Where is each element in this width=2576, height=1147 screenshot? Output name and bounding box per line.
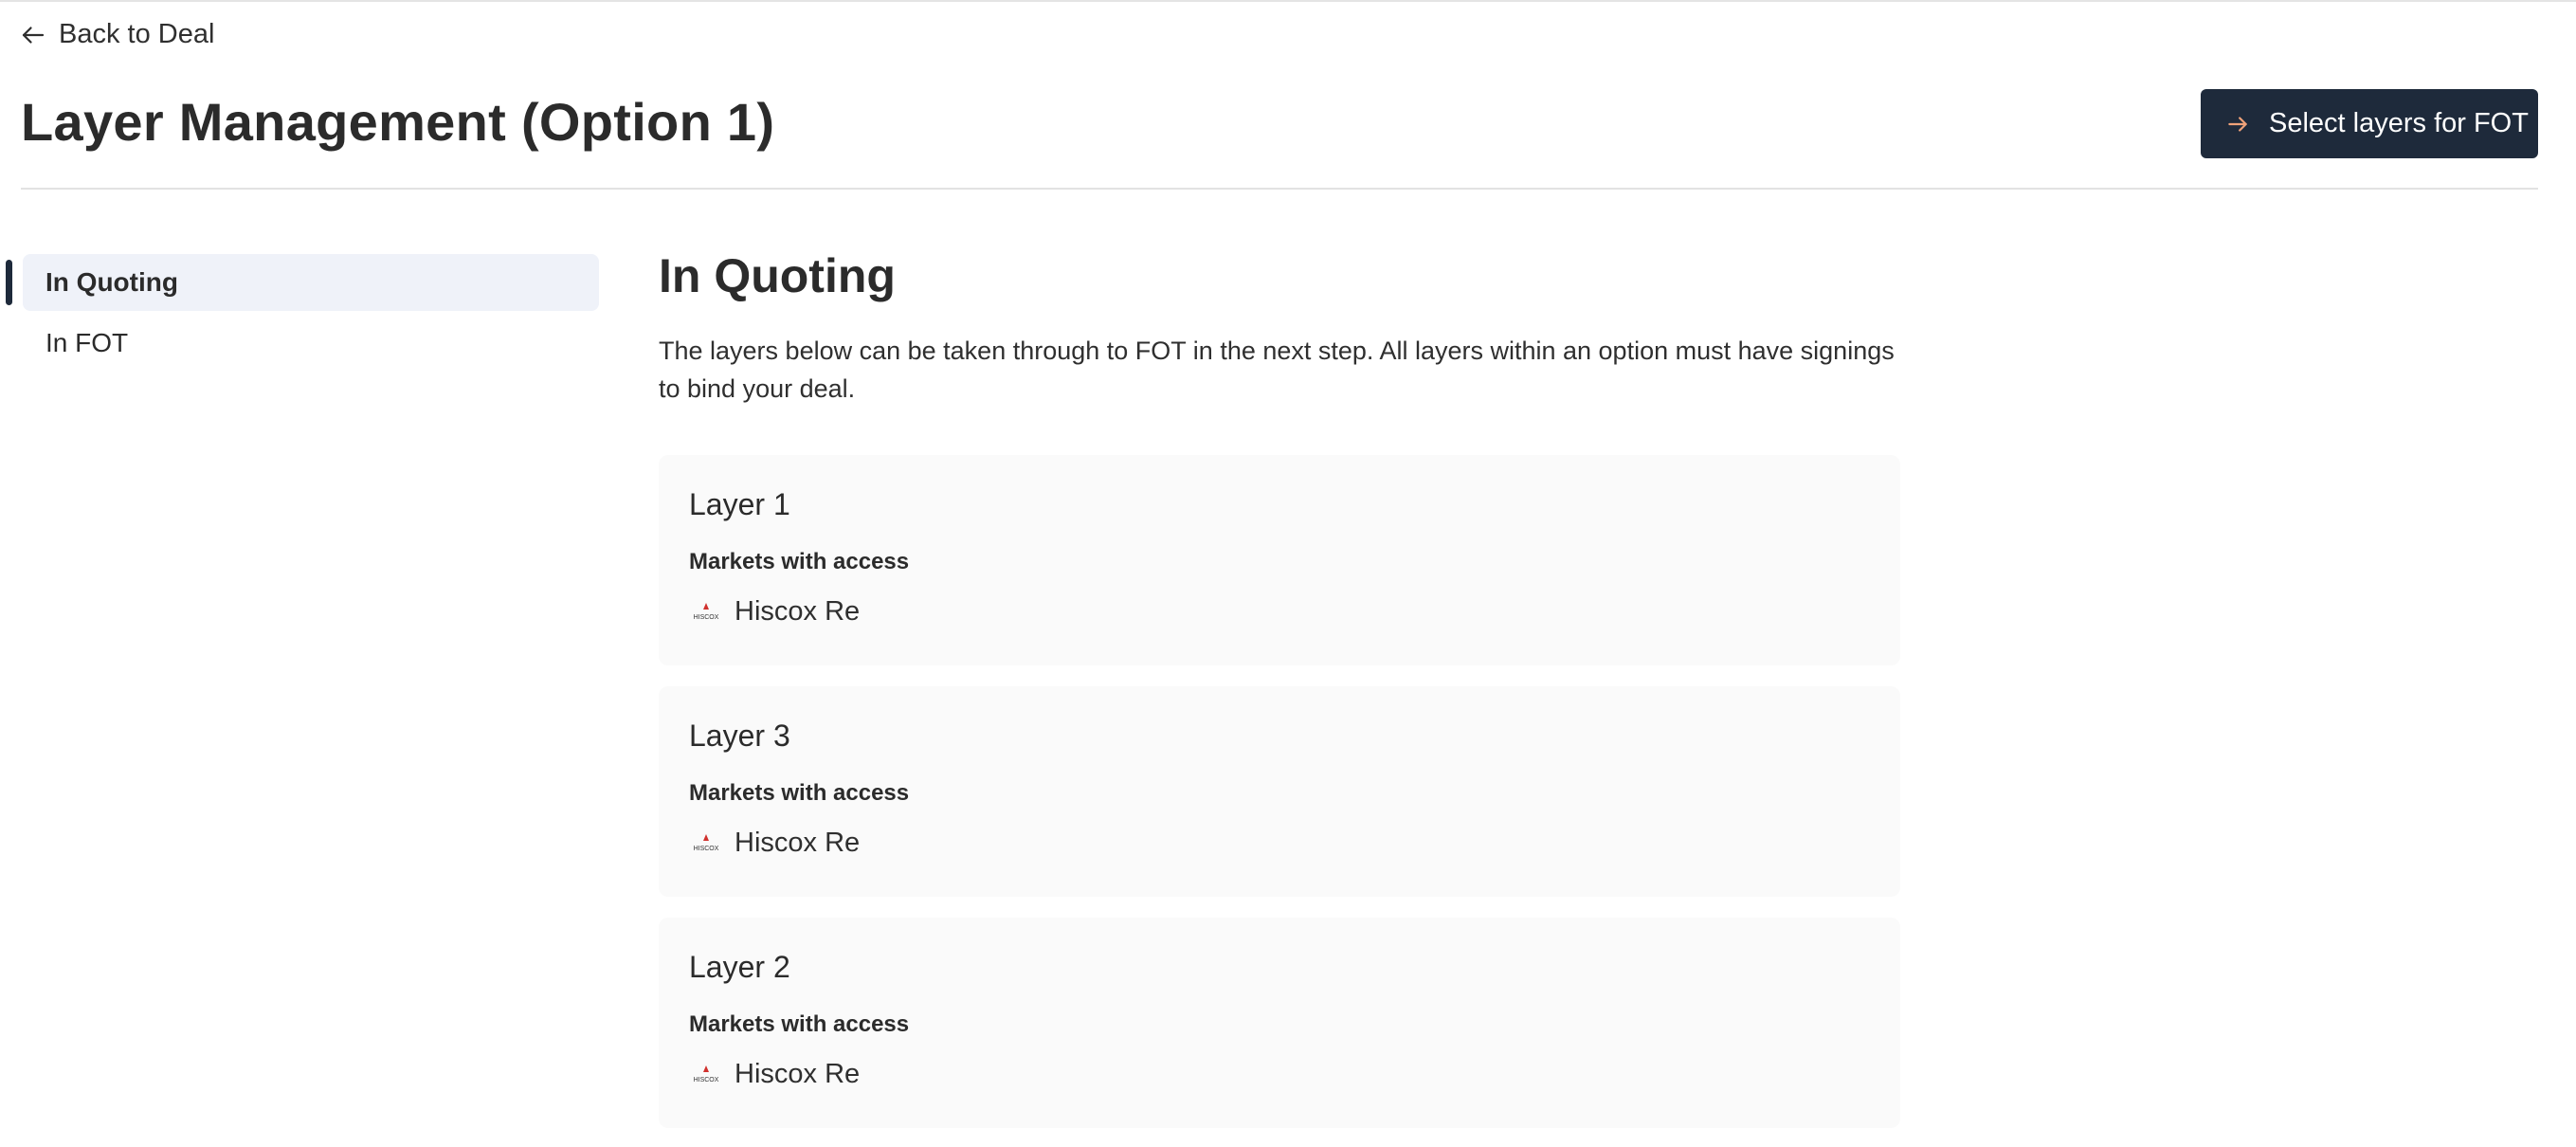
top-border (0, 0, 2576, 2)
layer-card: Layer 3 Markets with access HISCOX Hisco… (659, 686, 1900, 897)
layer-list: Layer 1 Markets with access HISCOX Hisco… (659, 455, 1900, 1128)
arrow-right-icon (2228, 116, 2247, 132)
markets-label: Markets with access (689, 780, 910, 806)
page-title: Layer Management (Option 1) (21, 92, 775, 152)
market-row: HISCOX Hiscox Re (689, 828, 1870, 859)
market-row: HISCOX Hiscox Re (689, 1059, 1870, 1090)
hiscox-logo-icon: HISCOX (694, 833, 719, 852)
back-to-deal-label: Back to Deal (59, 19, 215, 49)
main-content: In Quoting The layers below can be taken… (659, 248, 1900, 1128)
select-layers-for-fot-button[interactable]: Select layers for FOT (2201, 89, 2538, 158)
markets-label: Markets with access (689, 549, 910, 574)
sidebar-nav: In Quoting In FOT (0, 254, 599, 372)
back-to-deal-link[interactable]: Back to Deal (19, 19, 214, 50)
arrow-left-icon (22, 26, 45, 44)
market-row: HISCOX Hiscox Re (689, 596, 1870, 628)
svg-text:HISCOX: HISCOX (694, 846, 719, 852)
header-divider (21, 188, 2538, 190)
layer-name: Layer 3 (689, 719, 790, 753)
sidebar-item-label: In FOT (45, 328, 129, 357)
svg-text:HISCOX: HISCOX (694, 614, 719, 621)
market-name: Hiscox Re (735, 1059, 861, 1089)
select-layers-for-fot-label: Select layers for FOT (2269, 108, 2529, 138)
layer-name: Layer 1 (689, 487, 790, 521)
section-title: In Quoting (659, 249, 896, 302)
sidebar-item-in-fot[interactable]: In FOT (23, 315, 599, 372)
layer-card: Layer 2 Markets with access HISCOX Hisco… (659, 918, 1900, 1128)
svg-text:HISCOX: HISCOX (694, 1077, 719, 1083)
sidebar-item-label: In Quoting (45, 267, 178, 297)
layer-card: Layer 1 Markets with access HISCOX Hisco… (659, 455, 1900, 665)
section-description: The layers below can be taken through to… (659, 337, 1895, 403)
hiscox-logo-icon: HISCOX (694, 602, 719, 621)
hiscox-logo-icon: HISCOX (694, 1065, 719, 1083)
market-name: Hiscox Re (735, 596, 861, 627)
sidebar-item-in-quoting[interactable]: In Quoting (6, 254, 599, 311)
market-name: Hiscox Re (735, 828, 861, 858)
markets-label: Markets with access (689, 1011, 910, 1037)
layer-name: Layer 2 (689, 950, 790, 984)
